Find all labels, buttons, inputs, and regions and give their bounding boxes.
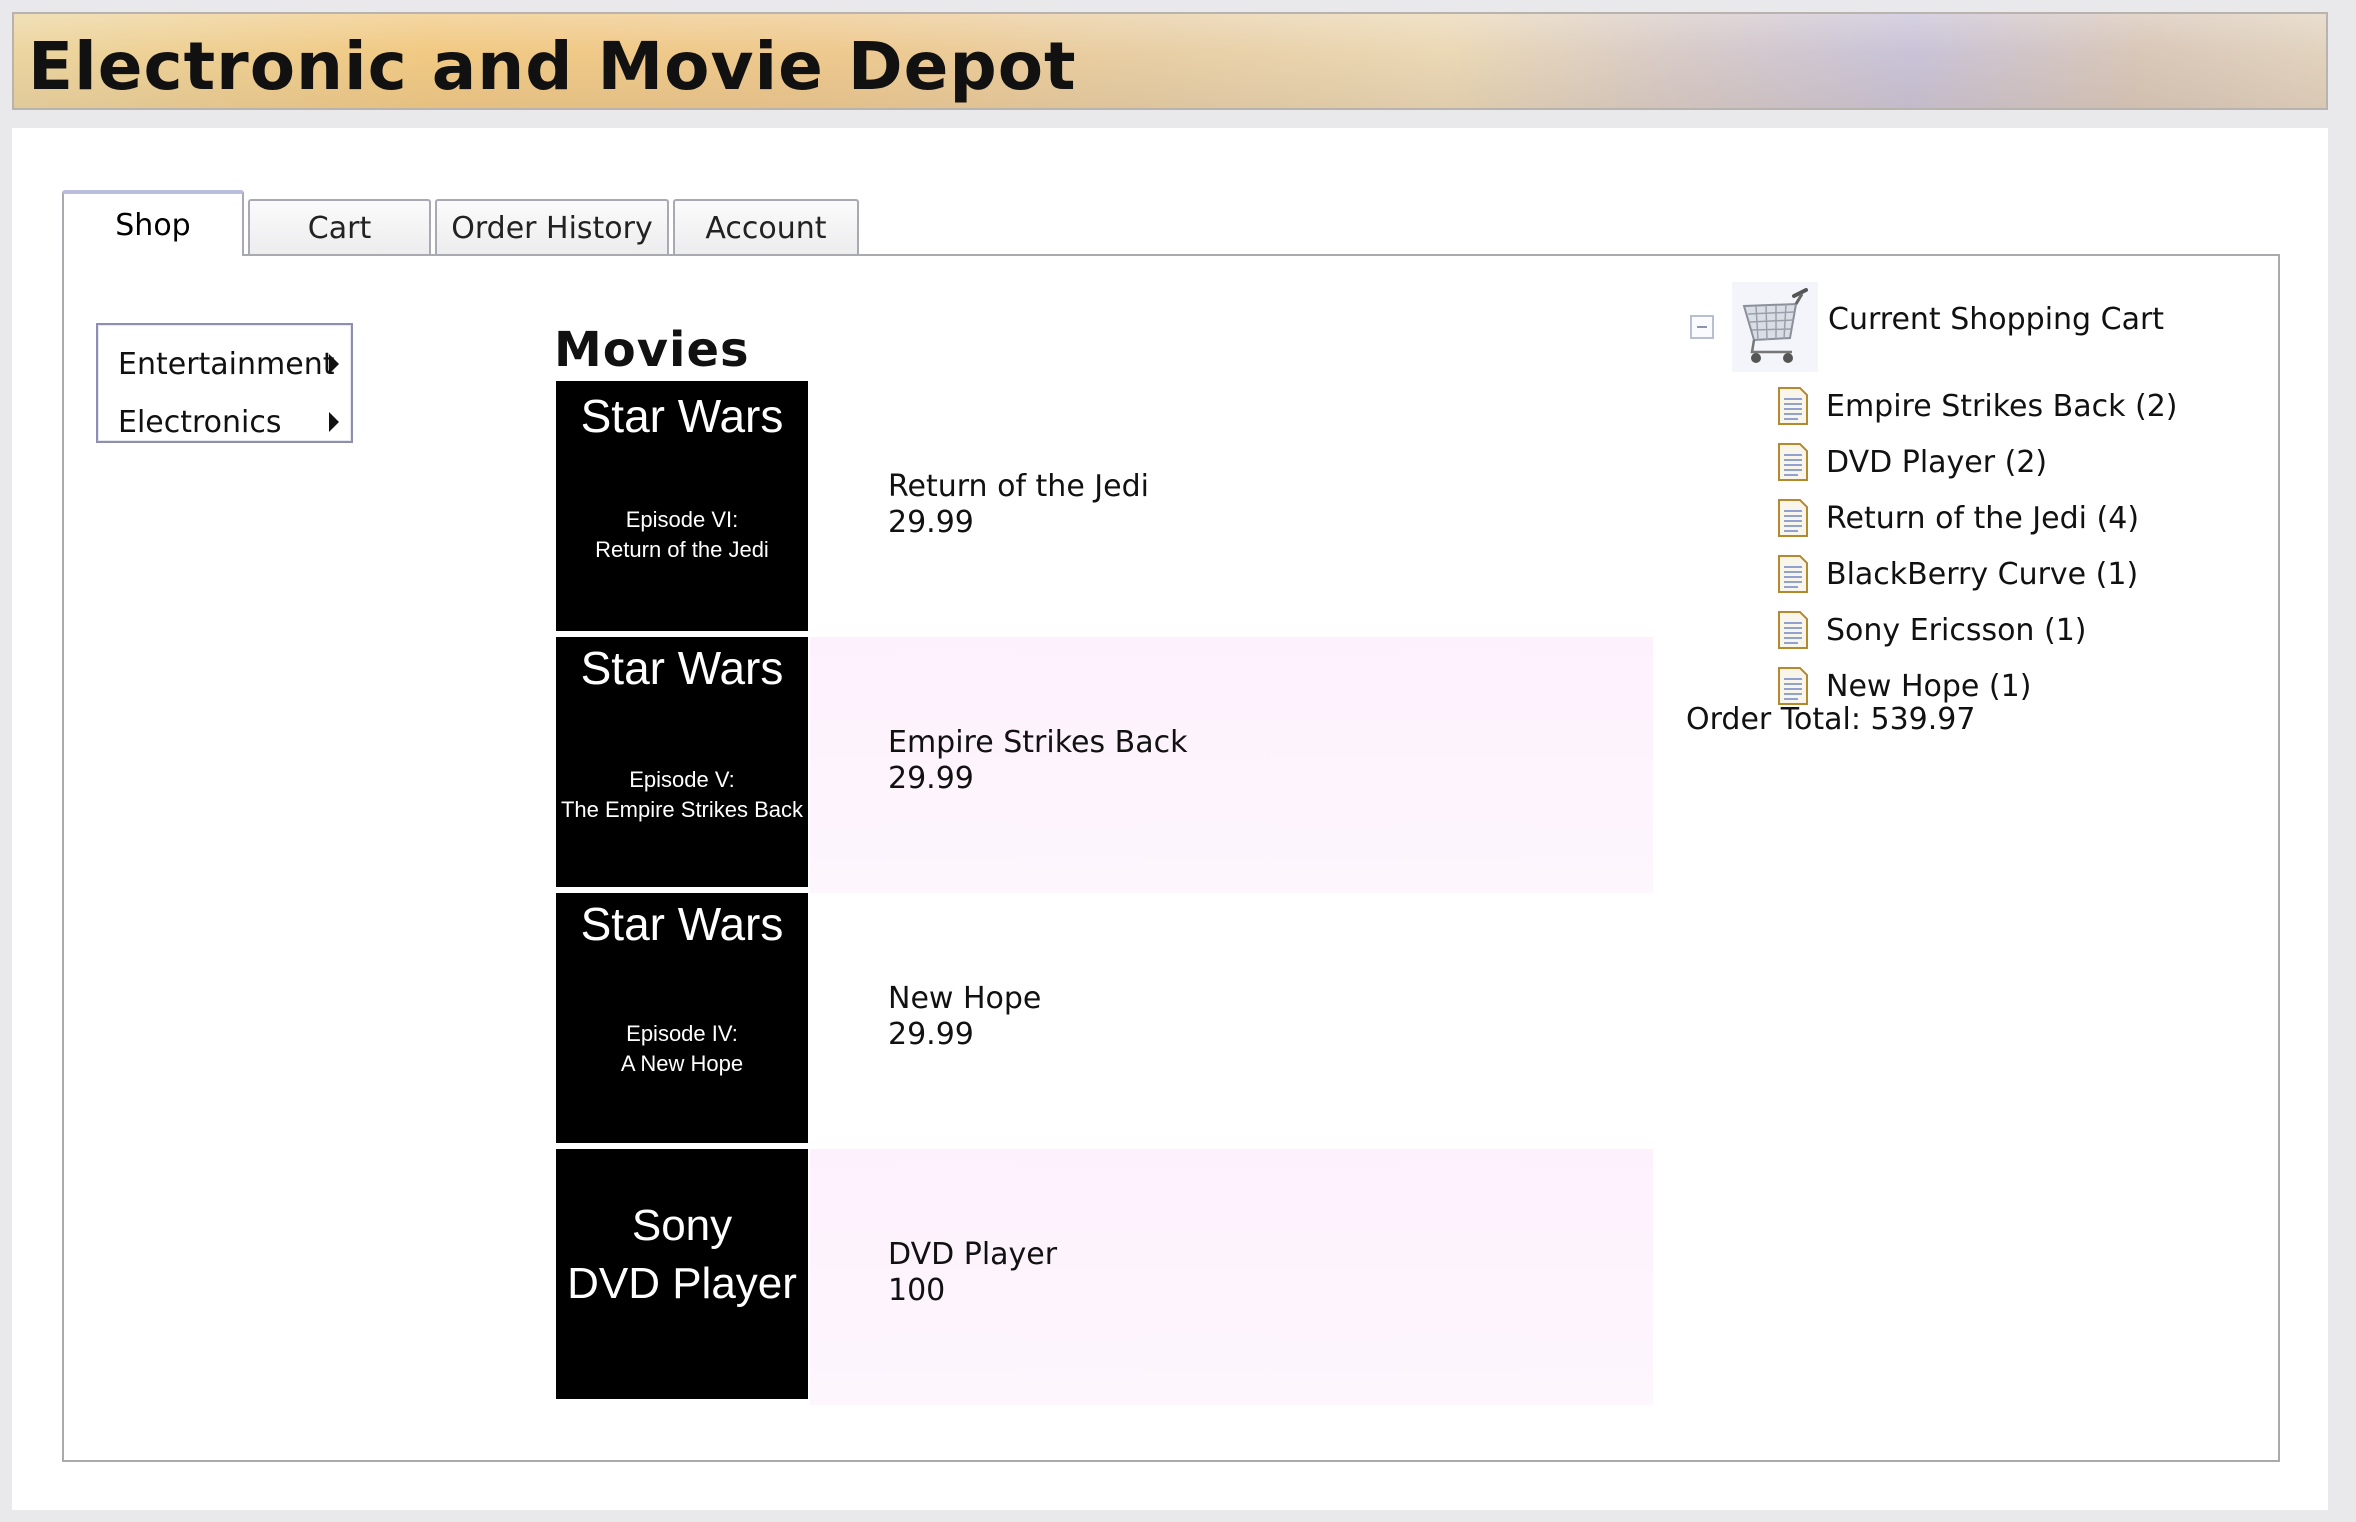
- poster-subtitle: Episode IV: A New Hope: [556, 1019, 808, 1079]
- product-info: New Hope 29.99: [888, 981, 1041, 1053]
- product-poster[interactable]: Star Wars Episode V: The Empire Strikes …: [556, 637, 808, 887]
- poster-subtitle-line: Episode VI:: [625, 507, 739, 532]
- document-icon: [1778, 387, 1808, 425]
- poster-title: Star Wars: [580, 898, 784, 950]
- category-menu: Entertainment Electronics: [96, 323, 353, 443]
- poster-subtitle-line: The Empire Strikes Back: [560, 797, 804, 822]
- cart-item-label: New Hope (1): [1826, 668, 2032, 704]
- poster-subtitle-line: Return of the Jedi: [595, 537, 769, 562]
- product-name[interactable]: Empire Strikes Back: [888, 725, 1187, 761]
- document-icon: [1778, 667, 1808, 705]
- product-name[interactable]: DVD Player: [888, 1237, 1057, 1273]
- poster-subtitle: Episode VI: Return of the Jedi: [556, 505, 808, 565]
- product-poster[interactable]: Star Wars Episode VI: Return of the Jedi: [556, 381, 808, 631]
- cart-item-label: DVD Player (2): [1826, 444, 2048, 480]
- cart-item[interactable]: Sony Ericsson (1): [1776, 602, 2178, 658]
- poster-title: Sony DVD Player: [556, 1197, 808, 1313]
- cart-item-label: Return of the Jedi (4): [1826, 500, 2140, 536]
- order-total: Order Total: 539.97: [1686, 702, 1976, 737]
- cart-item[interactable]: Return of the Jedi (4): [1776, 490, 2178, 546]
- poster-title: Star Wars: [580, 642, 784, 694]
- cart-item-label: Empire Strikes Back (2): [1826, 388, 2178, 424]
- product-list: Star Wars Episode VI: Return of the Jedi…: [556, 381, 1653, 1405]
- menu-item-label: Electronics: [118, 404, 282, 440]
- section-title: Movies: [554, 322, 750, 378]
- product-name[interactable]: New Hope: [888, 981, 1041, 1017]
- product-price: 29.99: [888, 761, 974, 796]
- menu-item-entertainment[interactable]: Entertainment: [98, 335, 351, 393]
- product-info: Empire Strikes Back 29.99: [888, 725, 1187, 797]
- document-icon: [1778, 611, 1808, 649]
- tab-cart[interactable]: Cart: [248, 199, 431, 256]
- product-price: 29.99: [888, 505, 974, 540]
- poster-subtitle-line: A New Hope: [620, 1051, 744, 1076]
- tab-bar: Shop Cart Order History Account: [62, 188, 863, 256]
- poster-subtitle: Episode V: The Empire Strikes Back: [556, 765, 808, 825]
- submenu-arrow-icon: [329, 354, 339, 374]
- product-name[interactable]: Return of the Jedi: [888, 469, 1149, 505]
- document-icon: [1778, 443, 1808, 481]
- product-row[interactable]: Star Wars Episode VI: Return of the Jedi…: [556, 381, 1653, 631]
- product-price: 29.99: [888, 1017, 974, 1052]
- product-poster[interactable]: Sony DVD Player: [556, 1149, 808, 1399]
- menu-item-label: Entertainment: [118, 346, 335, 382]
- product-poster[interactable]: Star Wars Episode IV: A New Hope: [556, 893, 808, 1143]
- cart-item[interactable]: DVD Player (2): [1776, 434, 2178, 490]
- menu-item-electronics[interactable]: Electronics: [98, 393, 351, 451]
- cart-item[interactable]: BlackBerry Curve (1): [1776, 546, 2178, 602]
- site-title: Electronic and Movie Depot: [28, 28, 1077, 105]
- product-row[interactable]: Star Wars Episode IV: A New Hope New Hop…: [556, 893, 1653, 1143]
- submenu-arrow-icon: [329, 412, 339, 432]
- product-price: 100: [888, 1273, 946, 1308]
- cart-item[interactable]: Empire Strikes Back (2): [1776, 378, 2178, 434]
- product-row[interactable]: Sony DVD Player DVD Player 100: [556, 1149, 1653, 1405]
- product-row[interactable]: Star Wars Episode V: The Empire Strikes …: [556, 637, 1653, 893]
- shopping-cart-icon: [1732, 282, 1818, 372]
- poster-title: Star Wars: [580, 390, 784, 442]
- poster-subtitle-line: Episode IV:: [626, 1021, 738, 1046]
- shopping-cart-label[interactable]: Current Shopping Cart: [1828, 302, 2164, 337]
- poster-title-line: Sony: [631, 1201, 733, 1250]
- product-info: DVD Player 100: [888, 1237, 1057, 1309]
- cart-item-label: BlackBerry Curve (1): [1826, 556, 2139, 592]
- poster-subtitle-line: Episode V:: [629, 767, 735, 792]
- document-icon: [1778, 555, 1808, 593]
- header-banner: Electronic and Movie Depot: [12, 12, 2328, 110]
- product-info: Return of the Jedi 29.99: [888, 469, 1149, 541]
- tab-shop[interactable]: Shop: [62, 190, 244, 256]
- collapse-toggle-icon[interactable]: [1690, 315, 1714, 339]
- document-icon: [1778, 499, 1808, 537]
- cart-items: Empire Strikes Back (2) DVD Player (2) R…: [1776, 378, 2178, 714]
- cart-item-label: Sony Ericsson (1): [1826, 612, 2087, 648]
- poster-title-line: DVD Player: [567, 1259, 797, 1308]
- tab-order-history[interactable]: Order History: [435, 199, 669, 256]
- tab-account[interactable]: Account: [673, 199, 859, 256]
